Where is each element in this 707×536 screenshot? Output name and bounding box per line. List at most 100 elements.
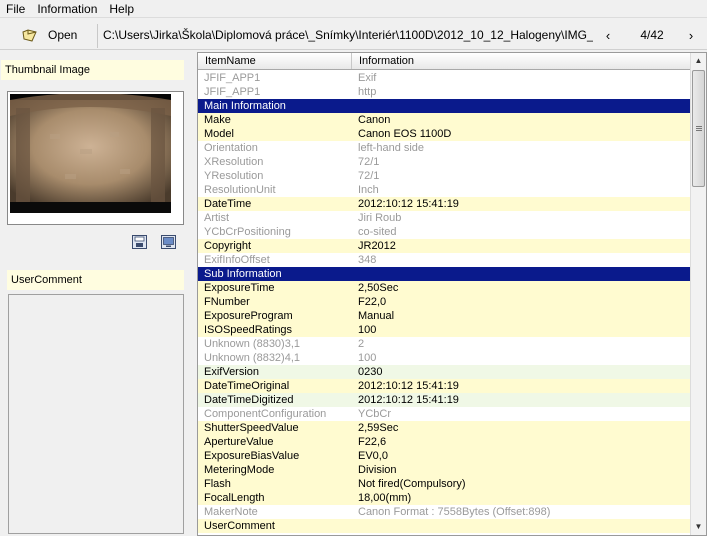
information-cell: Inch — [358, 184, 379, 196]
item-name-cell: ExifVersion — [204, 366, 260, 378]
item-name-cell: ShutterSpeedValue — [204, 422, 299, 434]
item-name-cell: MakerNote — [204, 506, 258, 518]
vertical-scrollbar[interactable]: ▲ ▼ — [690, 53, 706, 535]
table-row[interactable]: Flash Not fired(Compulsory) — [198, 477, 691, 491]
column-header-information[interactable]: Information — [352, 53, 691, 69]
column-header-itemname[interactable]: ItemName — [198, 53, 352, 69]
information-cell: F22,6 — [358, 436, 387, 448]
toolbar-separator — [97, 24, 98, 48]
exif-grid: ItemName Information JFIF_APP1 Exif JFIF_A… — [197, 52, 707, 536]
table-row[interactable]: ExposureProgram Manual — [198, 309, 691, 323]
information-cell: Manual — [358, 310, 395, 322]
table-row[interactable]: YCbCrPositioning co-sited — [198, 225, 691, 239]
table-row[interactable]: FNumber F22,0 — [198, 295, 691, 309]
information-cell: Canon — [358, 114, 391, 126]
menu-information[interactable]: Information — [31, 0, 103, 18]
table-row[interactable]: ExposureBiasValue EV0,0 — [198, 449, 691, 463]
file-path: C:\Users\Jirka\Škola\Diplomová práce\_Sn… — [103, 28, 593, 42]
table-row[interactable]: ComponentConfiguration YCbCr — [198, 407, 691, 421]
item-name-cell: DateTimeDigitized — [204, 394, 294, 406]
table-row[interactable]: Model Canon EOS 1100D — [198, 127, 691, 141]
information-cell: F22,0 — [358, 296, 387, 308]
information-cell: 2012:10:12 15:41:19 — [358, 380, 459, 392]
table-row[interactable]: ResolutionUnit Inch — [198, 183, 691, 197]
table-row[interactable]: DateTimeDigitized 2012:10:12 15:41:19 — [198, 393, 691, 407]
table-row[interactable]: JFIF_APP1 Exif — [198, 71, 691, 85]
item-name-cell: ISOSpeedRatings — [204, 324, 293, 336]
save-icon[interactable] — [132, 235, 147, 249]
monitor-icon[interactable] — [161, 235, 176, 249]
table-row[interactable]: FocalLength 18,00(mm) — [198, 491, 691, 505]
section-header-row[interactable]: Sub Information — [198, 267, 691, 281]
table-row[interactable]: DateTimeOriginal 2012:10:12 15:41:19 — [198, 379, 691, 393]
item-name-cell: FocalLength — [204, 492, 265, 504]
information-cell — [352, 267, 691, 281]
table-row[interactable]: Orientation left-hand side — [198, 141, 691, 155]
item-name-cell: YCbCrPositioning — [204, 226, 291, 238]
information-cell — [352, 519, 691, 533]
information-cell: 348 — [358, 254, 377, 266]
information-cell — [352, 99, 691, 113]
information-cell: co-sited — [358, 226, 397, 238]
table-row[interactable]: ExifVersion 0230 — [198, 365, 691, 379]
open-button[interactable]: Open — [8, 24, 88, 46]
table-row[interactable]: ApertureValue F22,6 — [198, 435, 691, 449]
next-button[interactable]: › — [684, 28, 698, 43]
item-name-cell: Unknown (8832)4,1 — [204, 352, 301, 364]
item-name-cell: XResolution — [204, 156, 264, 168]
usercomment-textarea[interactable] — [8, 294, 184, 534]
information-cell: 2,59Sec — [358, 422, 399, 434]
folder-open-icon — [22, 29, 38, 42]
table-row[interactable]: Make Canon — [198, 113, 691, 127]
item-name-cell: Artist — [204, 212, 230, 224]
information-cell: YCbCr — [358, 408, 392, 420]
table-row[interactable]: Unknown (8832)4,1 100 — [198, 351, 691, 365]
table-row[interactable]: MakerNote Canon Format : 7558Bytes (Offse… — [198, 505, 691, 519]
table-row[interactable]: ExposureTime 2,50Sec — [198, 281, 691, 295]
item-name-cell: ResolutionUnit — [204, 184, 276, 196]
item-name-cell: ApertureValue — [204, 436, 274, 448]
information-cell: EV0,0 — [358, 450, 388, 462]
item-name-cell: YResolution — [204, 170, 264, 182]
previous-button[interactable]: ‹ — [601, 28, 615, 43]
information-cell: Not fired(Compulsory) — [358, 478, 466, 490]
table-row[interactable]: ShutterSpeedValue 2,59Sec — [198, 421, 691, 435]
table-row[interactable]: DateTime 2012:10:12 15:41:19 — [198, 197, 691, 211]
table-row[interactable]: Artist Jiri Roub — [198, 211, 691, 225]
section-header-row[interactable]: Main Information — [198, 99, 691, 113]
thumbnail-image — [10, 94, 171, 213]
menu-help[interactable]: Help — [103, 0, 140, 18]
table-row[interactable]: JFIF_APP1 http — [198, 85, 691, 99]
table-row[interactable]: Copyright JR2012 — [198, 239, 691, 253]
information-cell: 2012:10:12 15:41:19 — [358, 394, 459, 406]
item-name-cell: JFIF_APP1 — [204, 72, 261, 84]
information-cell: 100 — [358, 352, 377, 364]
table-row[interactable]: ISOSpeedRatings 100 — [198, 323, 691, 337]
image-counter: 4/42 — [640, 28, 664, 42]
item-name-cell: ExifInfoOffset — [204, 254, 270, 266]
menu-file[interactable]: File — [0, 0, 31, 18]
item-name-cell: DateTime — [204, 198, 252, 210]
scroll-up-arrow[interactable]: ▲ — [691, 53, 706, 69]
table-row[interactable]: YResolution 72/1 — [198, 169, 691, 183]
information-cell: Exif — [358, 72, 377, 84]
toolbar: Open C:\Users\Jirka\Škola\Diplomová prác… — [0, 20, 707, 50]
item-name-cell: DateTimeOriginal — [204, 380, 290, 392]
information-cell: 100 — [358, 324, 377, 336]
information-cell: Division — [358, 464, 397, 476]
menu-bar: File Information Help — [0, 0, 707, 18]
information-cell: 0230 — [358, 366, 383, 378]
item-name-cell: FNumber — [204, 296, 250, 308]
item-name-cell: Sub Information — [204, 268, 282, 280]
scroll-down-arrow[interactable]: ▼ — [691, 519, 706, 535]
thumbnail-label: Thumbnail Image — [1, 60, 184, 80]
table-row[interactable]: ExifInfoOffset 348 — [198, 253, 691, 267]
scroll-thumb[interactable] — [692, 70, 705, 187]
table-row[interactable]: XResolution 72/1 — [198, 155, 691, 169]
table-row[interactable]: UserComment — [198, 519, 691, 533]
table-row[interactable]: Unknown (8830)3,1 2 — [198, 337, 691, 351]
open-button-label: Open — [48, 28, 78, 42]
information-cell: 2,50Sec — [358, 282, 399, 294]
item-name-cell: ExposureTime — [204, 282, 275, 294]
table-row[interactable]: MeteringMode Division — [198, 463, 691, 477]
